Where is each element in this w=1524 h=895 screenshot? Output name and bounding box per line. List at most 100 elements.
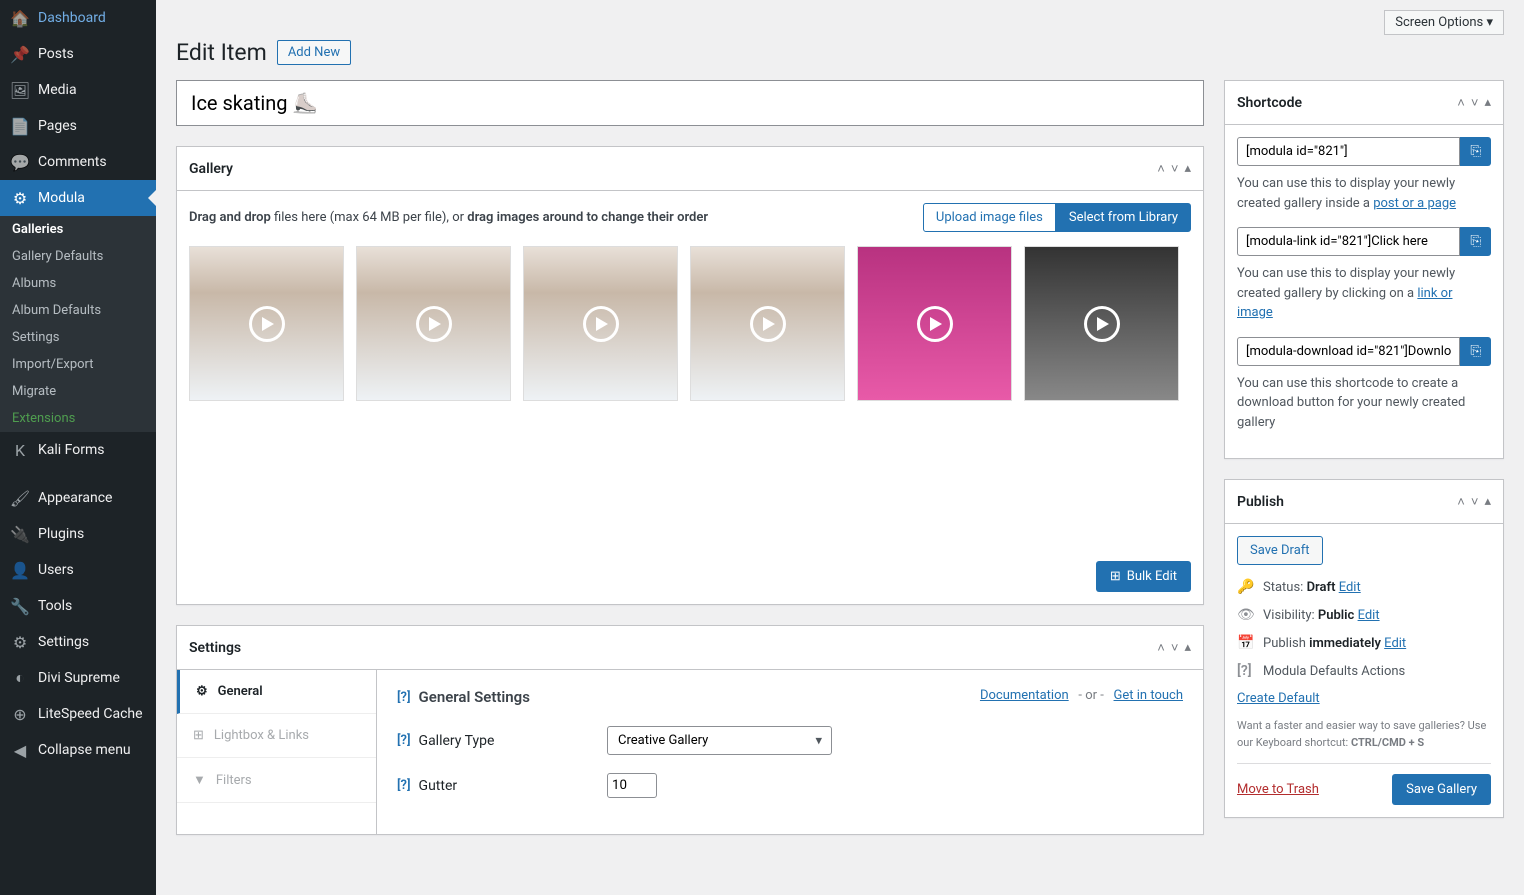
gallery-thumb[interactable] [523,246,678,401]
plug-icon: 🔌 [10,524,30,544]
sub-albums[interactable]: Albums [0,270,156,297]
edit-status-link[interactable]: Edit [1339,580,1361,595]
k-icon: K [10,440,30,460]
shortcode-box: Shortcode ˄ ˅ ▴ ⎘ You can use this to disp… [1224,80,1504,459]
sub-migrate[interactable]: Migrate [0,378,156,405]
save-gallery-button[interactable]: Save Gallery [1392,774,1491,805]
sub-gallery-defaults[interactable]: Gallery Defaults [0,243,156,270]
sidebar-item-dashboard[interactable]: 🏠Dashboard [0,0,156,36]
copy-button[interactable]: ⎘ [1460,337,1491,366]
copy-icon: ⎘ [1470,144,1481,159]
caret-up-icon[interactable]: ▴ [1484,494,1491,510]
eye-icon: 👁 [1237,607,1253,623]
post-page-link[interactable]: post or a page [1373,196,1456,211]
comments-icon: 💬 [10,152,30,172]
help-icon[interactable]: [?] [397,778,411,793]
brush-icon: 🖌 [10,488,30,508]
chevron-down-icon[interactable]: ˅ [1471,95,1479,111]
get-in-touch-link[interactable]: Get in touch [1114,688,1183,703]
add-new-button[interactable]: Add New [277,40,351,65]
gallery-thumb[interactable] [690,246,845,401]
pin-icon: 📌 [10,44,30,64]
chevron-up-icon[interactable]: ˄ [1457,494,1465,510]
caret-up-icon[interactable]: ▴ [1484,95,1491,111]
doc-link[interactable]: Documentation [980,688,1069,703]
sidebar-item-kali[interactable]: KKali Forms [0,432,156,468]
sub-extensions[interactable]: Extensions [0,405,156,432]
sidebar-item-pages[interactable]: 📄Pages [0,108,156,144]
sub-import-export[interactable]: Import/Export [0,351,156,378]
sidebar-item-posts[interactable]: 📌Posts [0,36,156,72]
chevron-down-icon[interactable]: ˅ [1171,640,1179,656]
sub-settings[interactable]: Settings [0,324,156,351]
chevron-up-icon[interactable]: ˄ [1457,95,1465,111]
sidebar-item-media[interactable]: 🖼Media [0,72,156,108]
upload-files-button[interactable]: Upload image files [923,203,1056,232]
publish-box: Publish ˄˅▴ Save Draft 🔑Status: Draft Ed… [1224,479,1504,818]
sidebar-item-plugins[interactable]: 🔌Plugins [0,516,156,552]
gallery-thumb[interactable] [189,246,344,401]
gallery-type-label: Gallery Type [419,733,495,749]
gallery-thumbnails [189,246,1191,401]
sidebar-item-litespeed[interactable]: ⊕LiteSpeed Cache [0,696,156,732]
sidebar-item-appearance[interactable]: 🖌Appearance [0,480,156,516]
select-library-button[interactable]: Select from Library [1056,203,1191,232]
caret-up-icon[interactable]: ▴ [1184,640,1191,656]
keyboard-hint: Want a faster and easier way to save gal… [1237,718,1491,751]
gallery-type-select[interactable]: Creative Gallery [607,726,832,755]
sidebar-item-comments[interactable]: 💬Comments [0,144,156,180]
gallery-thumb[interactable] [1024,246,1179,401]
bulk-edit-button[interactable]: ⊞Bulk Edit [1096,561,1191,592]
sidebar-item-settings[interactable]: ⚙Settings [0,624,156,660]
gallery-thumb[interactable] [356,246,511,401]
grid-icon: ⊞ [193,728,204,743]
shortcode-3-desc: You can use this shortcode to create a d… [1237,374,1491,433]
sidebar-submenu: Galleries Gallery Defaults Albums Album … [0,216,156,432]
sidebar-item-modula[interactable]: ⚙Modula [0,180,156,216]
sidebar-collapse[interactable]: ◀Collapse menu [0,732,156,768]
settings-box-title: Settings [189,640,241,656]
caret-up-icon[interactable]: ▴ [1184,161,1191,177]
gallery-thumb[interactable] [857,246,1012,401]
edit-visibility-link[interactable]: Edit [1358,608,1380,623]
chevron-down-icon[interactable]: ˅ [1171,161,1179,177]
play-icon [583,306,619,342]
copy-icon: ⎘ [1470,344,1481,359]
move-to-trash-link[interactable]: Move to Trash [1237,782,1319,797]
play-icon [416,306,452,342]
help-icon[interactable]: [?] [1237,663,1253,679]
shortcode-3-input[interactable] [1237,337,1460,366]
item-title-input[interactable] [176,80,1204,126]
play-icon [750,306,786,342]
wrench-icon: 🔧 [10,596,30,616]
edit-schedule-link[interactable]: Edit [1384,636,1406,651]
chevron-up-icon[interactable]: ˄ [1157,161,1165,177]
sidebar-item-tools[interactable]: 🔧Tools [0,588,156,624]
play-icon [1084,306,1120,342]
tab-general[interactable]: ⚙General [177,670,376,714]
sub-album-defaults[interactable]: Album Defaults [0,297,156,324]
sidebar-item-divi[interactable]: ◐Divi Supreme [0,660,156,696]
chevron-up-icon[interactable]: ˄ [1157,640,1165,656]
gutter-input[interactable] [607,773,657,798]
shortcode-title: Shortcode [1237,95,1302,111]
help-icon[interactable]: [?] [397,733,411,748]
shortcode-2-input[interactable] [1237,227,1460,256]
sidebar-item-users[interactable]: 👤Users [0,552,156,588]
settings-section-title: General Settings [419,688,530,706]
copy-button[interactable]: ⎘ [1460,227,1491,256]
chevron-down-icon[interactable]: ˅ [1471,494,1479,510]
shortcode-1-desc: You can use this to display your newly c… [1237,174,1491,213]
copy-button[interactable]: ⎘ [1460,137,1491,166]
tab-filters[interactable]: ▼Filters [177,758,376,803]
collapse-icon: ◀ [10,740,30,760]
tab-lightbox[interactable]: ⊞Lightbox & Links [177,714,376,758]
media-icon: 🖼 [10,80,30,100]
create-default-link[interactable]: Create Default [1237,691,1491,706]
shortcode-1-input[interactable] [1237,137,1460,166]
sub-galleries[interactable]: Galleries [0,216,156,243]
gear-icon: ⚙ [196,684,208,699]
save-draft-button[interactable]: Save Draft [1237,536,1323,565]
screen-options-button[interactable]: Screen Options ▾ [1384,10,1504,35]
help-icon[interactable]: [?] [397,690,411,705]
